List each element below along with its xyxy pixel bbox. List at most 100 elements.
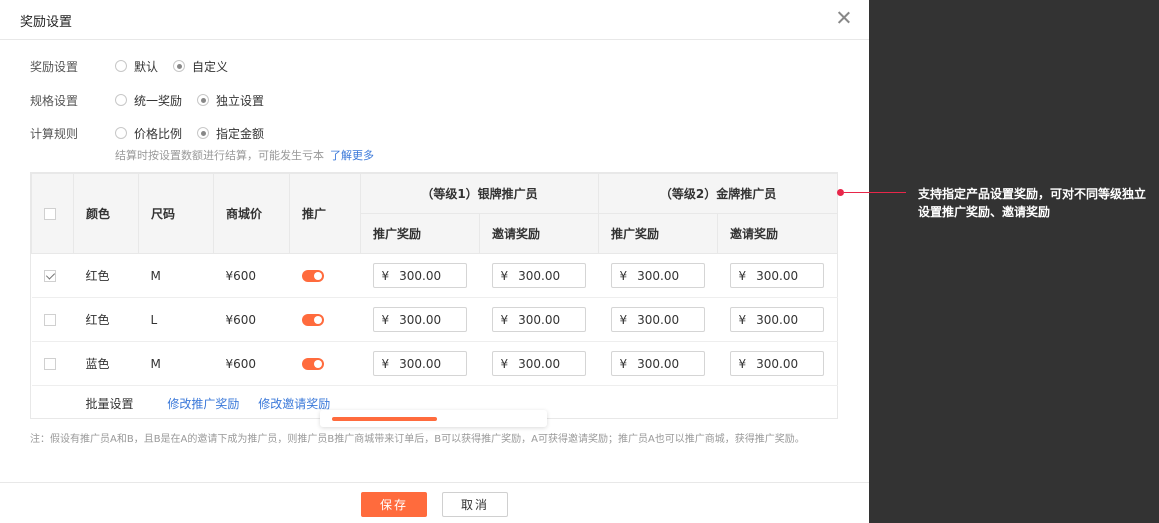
cancel-button[interactable]: 取消 xyxy=(442,492,508,517)
header-level2: （等级2）金牌推广员 xyxy=(598,173,839,214)
amount-input-l2-invite[interactable] xyxy=(756,268,812,283)
amount-input-wrap[interactable]: ¥ xyxy=(610,263,705,288)
money-cell: ¥ xyxy=(717,297,838,342)
radio-independent-dot[interactable] xyxy=(197,94,210,106)
spec-setting-row: 规格设置 统一奖励 独立设置 xyxy=(30,90,279,110)
header-color: 颜色 xyxy=(73,173,139,254)
radio-unified[interactable]: 统一奖励 xyxy=(115,92,182,109)
amount-input-l2-invite[interactable] xyxy=(756,356,812,371)
amount-input-l1-promo[interactable] xyxy=(399,356,455,371)
annotation-text: 支持指定产品设置奖励，可对不同等级独立设置推广奖励、邀请奖励 xyxy=(918,187,1147,219)
reward-table: 颜色 尺码 商城价 推广 （等级1）银牌推广员 （等级2）金牌推广员 推广奖励 … xyxy=(30,172,839,422)
spec-setting-label: 规格设置 xyxy=(30,93,79,108)
cell-size: M xyxy=(150,268,161,283)
price-cell: ¥600 xyxy=(213,253,290,298)
scrollbar-thumb[interactable] xyxy=(332,417,437,421)
reward-setting-row: 奖励设置 默认 自定义 xyxy=(30,56,243,76)
amount-input-wrap[interactable]: ¥ xyxy=(372,351,467,376)
radio-default-dot[interactable] xyxy=(115,60,127,72)
close-icon[interactable] xyxy=(835,9,853,27)
header-promote: 推广 xyxy=(289,173,361,254)
money-cell: ¥ xyxy=(598,297,718,342)
price-cell: ¥600 xyxy=(213,341,290,386)
amount-input-wrap[interactable]: ¥ xyxy=(372,307,467,332)
currency-symbol: ¥ xyxy=(381,268,390,283)
radio-fixed-amount-dot[interactable] xyxy=(197,127,210,139)
amount-input-wrap[interactable]: ¥ xyxy=(729,351,824,376)
horizontal-scrollbar[interactable] xyxy=(320,410,547,427)
currency-symbol: ¥ xyxy=(738,268,747,283)
amount-input-l1-invite[interactable] xyxy=(518,356,574,371)
amount-input-l1-promo[interactable] xyxy=(399,312,455,327)
amount-input-l1-invite[interactable] xyxy=(518,312,574,327)
amount-input-wrap[interactable]: ¥ xyxy=(491,307,586,332)
amount-input-wrap[interactable]: ¥ xyxy=(610,307,705,332)
radio-fixed-amount[interactable]: 指定金额 xyxy=(197,125,264,142)
price-cell: ¥600 xyxy=(213,297,290,342)
color-cell: 蓝色 xyxy=(73,341,139,386)
select-all-checkbox[interactable] xyxy=(44,207,56,220)
size-cell: L xyxy=(138,297,214,342)
dialog-header: 奖励设置 xyxy=(0,0,869,40)
currency-symbol: ¥ xyxy=(738,312,747,327)
cell-price: ¥600 xyxy=(225,312,257,327)
table-row: 红色 L ¥600 ¥ ¥ ¥ ¥ xyxy=(31,297,838,342)
amount-input-wrap[interactable]: ¥ xyxy=(491,263,586,288)
promote-cell xyxy=(289,297,361,342)
row-select-cell xyxy=(31,253,74,298)
color-cell: 红色 xyxy=(73,253,139,298)
save-button[interactable]: 保存 xyxy=(361,492,427,517)
amount-input-wrap[interactable]: ¥ xyxy=(729,307,824,332)
radio-price-ratio-dot[interactable] xyxy=(115,127,127,139)
row-checkbox[interactable] xyxy=(43,269,56,282)
radio-price-ratio-label: 价格比例 xyxy=(134,126,183,141)
header-l2-promo: 推广奖励 xyxy=(598,213,719,254)
radio-default[interactable]: 默认 xyxy=(115,58,158,75)
learn-more-link[interactable]: 了解更多 xyxy=(330,149,374,162)
radio-default-label: 默认 xyxy=(134,59,159,74)
currency-symbol: ¥ xyxy=(381,312,390,327)
row-select-cell xyxy=(31,297,74,342)
row-checkbox[interactable] xyxy=(43,313,56,326)
cell-price: ¥600 xyxy=(225,268,257,283)
annotation-dot xyxy=(837,189,844,196)
radio-independent[interactable]: 独立设置 xyxy=(197,92,264,109)
currency-symbol: ¥ xyxy=(619,312,628,327)
promote-cell xyxy=(289,253,361,298)
amount-input-l2-promo[interactable] xyxy=(637,356,693,371)
footnote: 注：假设有推广员A和B，且B是在A的邀请下成为推广员，则推广员B推广商城带来订单… xyxy=(30,434,805,445)
amount-input-l2-promo[interactable] xyxy=(637,268,693,283)
row-checkbox[interactable] xyxy=(43,357,56,370)
batch-empty xyxy=(32,386,74,422)
amount-input-l2-invite[interactable] xyxy=(756,312,812,327)
amount-input-wrap[interactable]: ¥ xyxy=(610,351,705,376)
calc-rule-row: 计算规则 价格比例 指定金额 xyxy=(30,123,279,143)
amount-input-l1-invite[interactable] xyxy=(518,268,574,283)
currency-symbol: ¥ xyxy=(619,268,628,283)
radio-custom-dot[interactable] xyxy=(173,60,186,72)
amount-input-l1-promo[interactable] xyxy=(399,268,455,283)
size-cell: M xyxy=(138,341,214,386)
promote-toggle[interactable] xyxy=(301,313,324,326)
edit-invite-reward-link[interactable]: 修改邀请奖励 xyxy=(258,397,330,411)
currency-symbol: ¥ xyxy=(619,356,628,371)
money-cell: ¥ xyxy=(598,341,718,386)
amount-input-wrap[interactable]: ¥ xyxy=(491,351,586,376)
amount-input-wrap[interactable]: ¥ xyxy=(729,263,824,288)
calc-rule-label: 计算规则 xyxy=(30,126,79,141)
amount-input-l2-promo[interactable] xyxy=(637,312,693,327)
money-cell: ¥ xyxy=(479,297,599,342)
radio-custom[interactable]: 自定义 xyxy=(173,58,228,75)
edit-promo-reward-link[interactable]: 修改推广奖励 xyxy=(167,397,239,411)
batch-label: 批量设置 xyxy=(85,397,134,412)
size-cell: M xyxy=(138,253,214,298)
promote-toggle[interactable] xyxy=(301,269,324,282)
radio-unified-dot[interactable] xyxy=(115,94,127,106)
radio-price-ratio[interactable]: 价格比例 xyxy=(115,125,182,142)
header-l2-invite: 邀请奖励 xyxy=(717,213,839,254)
cell-color: 红色 xyxy=(85,313,110,327)
promote-toggle[interactable] xyxy=(301,357,324,370)
cell-color: 红色 xyxy=(85,269,110,283)
amount-input-wrap[interactable]: ¥ xyxy=(372,263,467,288)
reward-settings-dialog: 奖励设置 奖励设置 默认 自定义 规格设置 统一奖励 独立设置 计算规则 价格比… xyxy=(0,0,869,523)
